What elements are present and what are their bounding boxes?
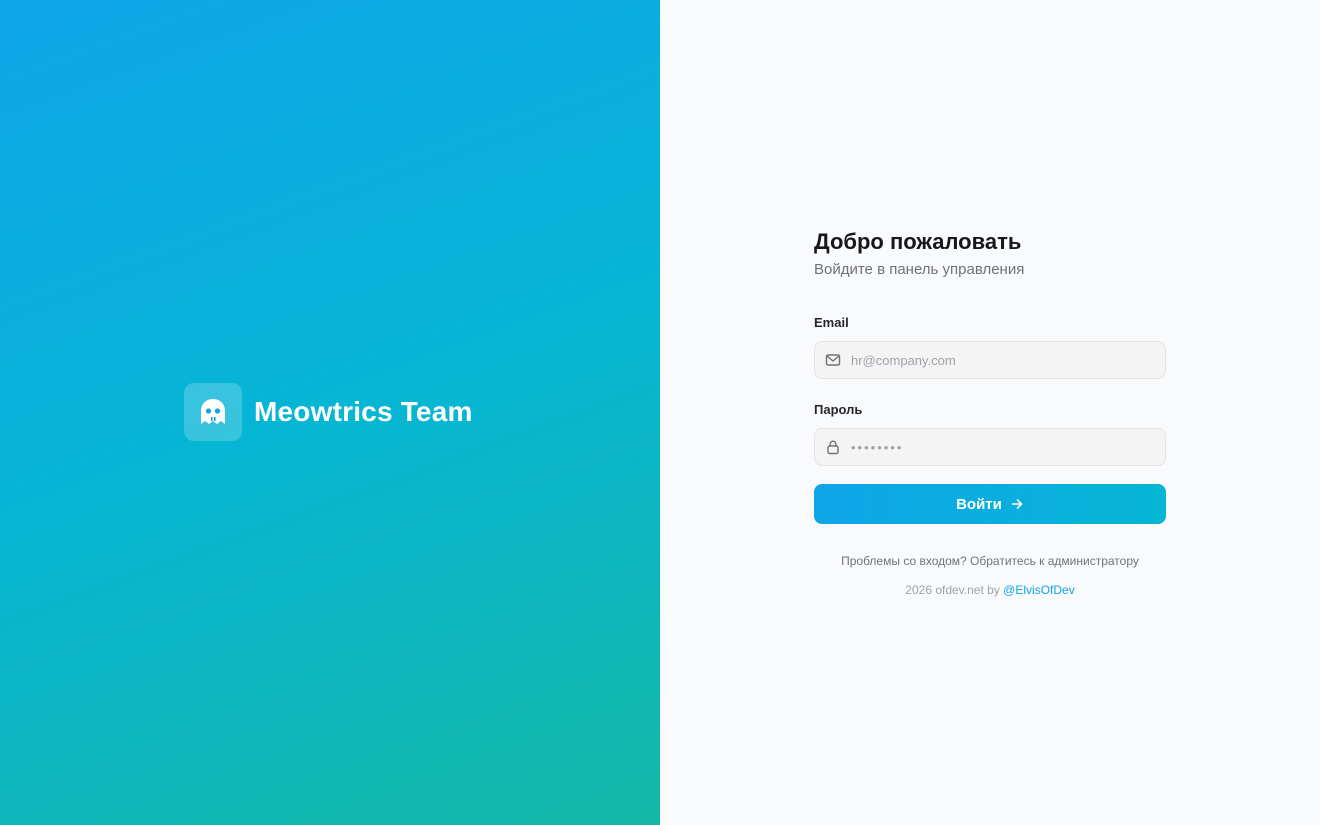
email-label: Email — [814, 315, 849, 330]
password-label: Пароль — [814, 402, 863, 417]
password-input[interactable] — [851, 439, 1151, 455]
brand-logo — [184, 383, 242, 441]
lock-icon — [827, 440, 839, 455]
arrow-right-icon — [1011, 499, 1023, 509]
mail-icon — [825, 354, 841, 366]
login-panel: Добро пожаловать Войдите в панель управл… — [660, 0, 1320, 825]
brand-panel: Meowtrics Team — [0, 0, 660, 825]
page-subtitle: Войдите в панель управления — [814, 261, 1025, 278]
password-field-wrapper[interactable] — [814, 428, 1166, 466]
help-text: Проблемы со входом? Обратитесь к админис… — [841, 554, 1139, 568]
footer-prefix: 2026 ofdev.net by — [905, 583, 1000, 597]
email-field-wrapper[interactable] — [814, 341, 1166, 379]
email-input[interactable] — [851, 352, 1151, 368]
login-form: Добро пожаловать Войдите в панель управл… — [814, 228, 1166, 598]
brand: Meowtrics Team — [184, 383, 473, 441]
login-button[interactable]: Войти — [814, 484, 1166, 524]
brand-name: Meowtrics Team — [254, 396, 473, 427]
page-title: Добро пожаловать — [814, 229, 1022, 254]
ghost-icon — [201, 399, 225, 424]
login-button-label: Войти — [956, 495, 1002, 513]
footer: 2026 ofdev.net by @ElvisOfDev — [814, 582, 1166, 598]
author-link[interactable]: @ElvisOfDev — [1003, 583, 1075, 597]
